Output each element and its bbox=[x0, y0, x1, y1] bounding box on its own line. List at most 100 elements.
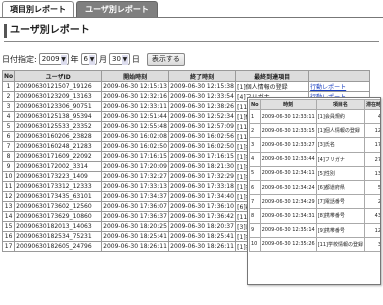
row-start-time: 2009-06-30 17:20:09 bbox=[101, 161, 170, 172]
page-title: ユーザ別レポート bbox=[4, 24, 190, 38]
popup-row-no: 7 bbox=[249, 194, 261, 210]
col-header-start: 開始時刻 bbox=[101, 70, 170, 82]
day-select[interactable]: 30 ▼ bbox=[109, 53, 130, 65]
row-start-time: 2009-06-30 17:36:07 bbox=[101, 201, 170, 212]
row-user-id: 20090630123209_13163 bbox=[14, 91, 103, 102]
row-end-time: 2009-06-30 12:52:34 bbox=[168, 111, 237, 122]
row-user-id: 20090630173312_12333 bbox=[14, 181, 103, 192]
popup-col-time: 時刻 bbox=[259, 99, 317, 110]
popup-row-item: [9]携帯番号 bbox=[315, 222, 366, 238]
behavior-report-link[interactable]: 行動レポート bbox=[308, 81, 371, 92]
row-user-id: 20090630173435_63101 bbox=[14, 191, 103, 202]
row-user-id: 20090630173629_10860 bbox=[14, 211, 103, 222]
row-end-time: 2009-06-30 16:02:50 bbox=[168, 141, 237, 152]
list-item: 102009-06-30 12:35:26[11]学校情報の登録3分 bbox=[249, 236, 380, 252]
row-start-time: 2009-06-30 12:32:16 bbox=[101, 91, 170, 102]
row-user-id: 20090630182013_14063 bbox=[14, 221, 103, 232]
year-select[interactable]: 2009 ▼ bbox=[38, 53, 69, 65]
year-unit: 年 bbox=[70, 54, 79, 64]
list-item: 72009-06-30 12:34:29[7]電話番号2秒 bbox=[249, 194, 380, 210]
chevron-down-icon: ▼ bbox=[89, 55, 95, 65]
list-item: 52009-06-30 12:34:11[5]性別13秒 bbox=[249, 165, 380, 181]
month-unit: 月 bbox=[99, 54, 107, 64]
row-no: 7 bbox=[1, 141, 16, 152]
day-unit: 日 bbox=[131, 54, 140, 64]
popup-row-time: 2009-06-30 12:35:14 bbox=[259, 222, 317, 238]
popup-row-time: 2009-06-30 12:33:27 bbox=[259, 137, 317, 153]
list-item: 12009-06-30 12:33:11[1]会員規約4秒 bbox=[249, 108, 380, 125]
row-end-time: 2009-06-30 17:34:40 bbox=[168, 191, 237, 202]
row-no: 5 bbox=[1, 121, 16, 132]
row-no: 13 bbox=[1, 201, 16, 212]
row-user-id: 20090630125533_23352 bbox=[14, 121, 103, 132]
row-no: 14 bbox=[1, 211, 16, 222]
popup-row-time: 2009-06-30 12:34:29 bbox=[259, 194, 317, 210]
behavior-report-table: No 時刻 項目名 滞在時間 12009-06-30 12:33:11[1]会員… bbox=[249, 99, 380, 252]
popup-row-time: 2009-06-30 12:34:24 bbox=[259, 179, 317, 196]
row-user-id: 20090630182534_75231 bbox=[14, 231, 103, 242]
row-start-time: 2009-06-30 16:02:08 bbox=[101, 131, 170, 142]
popup-row-stay: 12秒 bbox=[363, 123, 380, 139]
row-start-time: 2009-06-30 17:34:37 bbox=[101, 191, 170, 202]
col-header-user-id: ユーザID bbox=[14, 70, 103, 82]
row-user-id: 20090630121507_19126 bbox=[14, 81, 103, 92]
row-user-id: 20090630125138_95394 bbox=[14, 111, 103, 122]
popup-row-item: [7]電話番号 bbox=[315, 194, 366, 210]
row-start-time: 2009-06-30 17:33:13 bbox=[101, 181, 170, 192]
popup-row-item: [11]学校情報の登録 bbox=[315, 236, 366, 252]
tab-item-report[interactable]: 項目別レポート bbox=[2, 1, 74, 17]
popup-col-item: 項目名 bbox=[315, 99, 366, 110]
row-user-id: 20090630160206_23828 bbox=[14, 131, 103, 142]
row-start-time: 2009-06-30 12:33:11 bbox=[101, 101, 170, 112]
popup-row-no: 4 bbox=[249, 151, 261, 167]
row-end-time: 2009-06-30 17:36:42 bbox=[168, 211, 237, 222]
popup-col-stay: 滞在時間 bbox=[363, 99, 380, 110]
popup-row-stay: 13秒 bbox=[363, 165, 380, 181]
row-start-time: 2009-06-30 12:55:48 bbox=[101, 121, 170, 132]
row-no: 16 bbox=[1, 231, 16, 242]
month-select[interactable]: 6 ▼ bbox=[80, 53, 97, 65]
popup-row-time: 2009-06-30 12:33:44 bbox=[259, 151, 317, 167]
tab-bar: 項目別レポート ユーザ別レポート bbox=[0, 0, 383, 18]
row-start-time: 2009-06-30 16:02:50 bbox=[101, 141, 170, 152]
row-no: 2 bbox=[1, 91, 16, 102]
row-no: 11 bbox=[1, 181, 16, 192]
popup-row-no: 8 bbox=[249, 208, 261, 224]
col-header-no: No bbox=[1, 70, 16, 82]
popup-row-item: [8]携帯番号 bbox=[315, 208, 366, 224]
chevron-down-icon: ▼ bbox=[60, 55, 67, 65]
popup-row-stay: 17秒 bbox=[363, 137, 380, 153]
row-start-time: 2009-06-30 17:36:37 bbox=[101, 211, 170, 222]
row-end-time: 2009-06-30 12:38:26 bbox=[168, 101, 237, 112]
list-item: 62009-06-30 12:34:24[6]都道府県5秒 bbox=[249, 179, 380, 196]
row-end-time: 2009-06-30 18:26:11 bbox=[168, 241, 237, 252]
popup-row-item: [1]個人情報の登録 bbox=[315, 123, 366, 139]
popup-row-item: [4]フリガナ bbox=[315, 151, 366, 167]
row-no: 17 bbox=[1, 241, 16, 252]
chevron-down-icon: ▼ bbox=[121, 55, 128, 65]
col-header-last-item: 最終到達項目 bbox=[235, 70, 310, 82]
row-start-time: 2009-06-30 12:15:13 bbox=[101, 81, 170, 92]
popup-col-no: No bbox=[249, 99, 261, 110]
date-filter-label: 日付指定: bbox=[2, 54, 37, 64]
show-button[interactable]: 表示する bbox=[146, 52, 185, 66]
row-end-time: 2009-06-30 18:25:41 bbox=[168, 231, 237, 242]
row-user-id: 20090630173602_12560 bbox=[14, 201, 103, 212]
row-start-time: 2009-06-30 18:25:41 bbox=[101, 231, 170, 242]
popup-row-item: [3]氏名 bbox=[315, 137, 366, 153]
behavior-report-popup: No 時刻 項目名 滞在時間 12009-06-30 12:33:11[1]会員… bbox=[247, 97, 381, 285]
row-start-time: 2009-06-30 18:20:25 bbox=[101, 221, 170, 232]
popup-row-stay: 43秒 bbox=[363, 208, 380, 224]
row-end-time: 2009-06-30 17:33:18 bbox=[168, 181, 237, 192]
col-header-end: 終了時刻 bbox=[168, 70, 237, 82]
popup-row-item: [6]都道府県 bbox=[315, 179, 366, 196]
table-row: 1 20090630121507_19126 2009-06-30 12:15:13… bbox=[1, 81, 371, 92]
date-filter: 日付指定: 2009 ▼ 年 6 ▼ 月 30 ▼ 日 表示する bbox=[2, 52, 185, 66]
row-end-time: 2009-06-30 18:21:30 bbox=[168, 161, 237, 172]
row-start-time: 2009-06-30 18:26:11 bbox=[101, 241, 170, 252]
row-no: 9 bbox=[1, 161, 16, 172]
tab-user-report[interactable]: ユーザ別レポート bbox=[76, 1, 158, 17]
row-last-item: [1]個人情報の登録 bbox=[235, 81, 310, 92]
table-header-row: No ユーザID 開始時刻 終了時刻 最終到達項目 bbox=[1, 70, 371, 82]
popup-row-no: 10 bbox=[249, 236, 261, 252]
